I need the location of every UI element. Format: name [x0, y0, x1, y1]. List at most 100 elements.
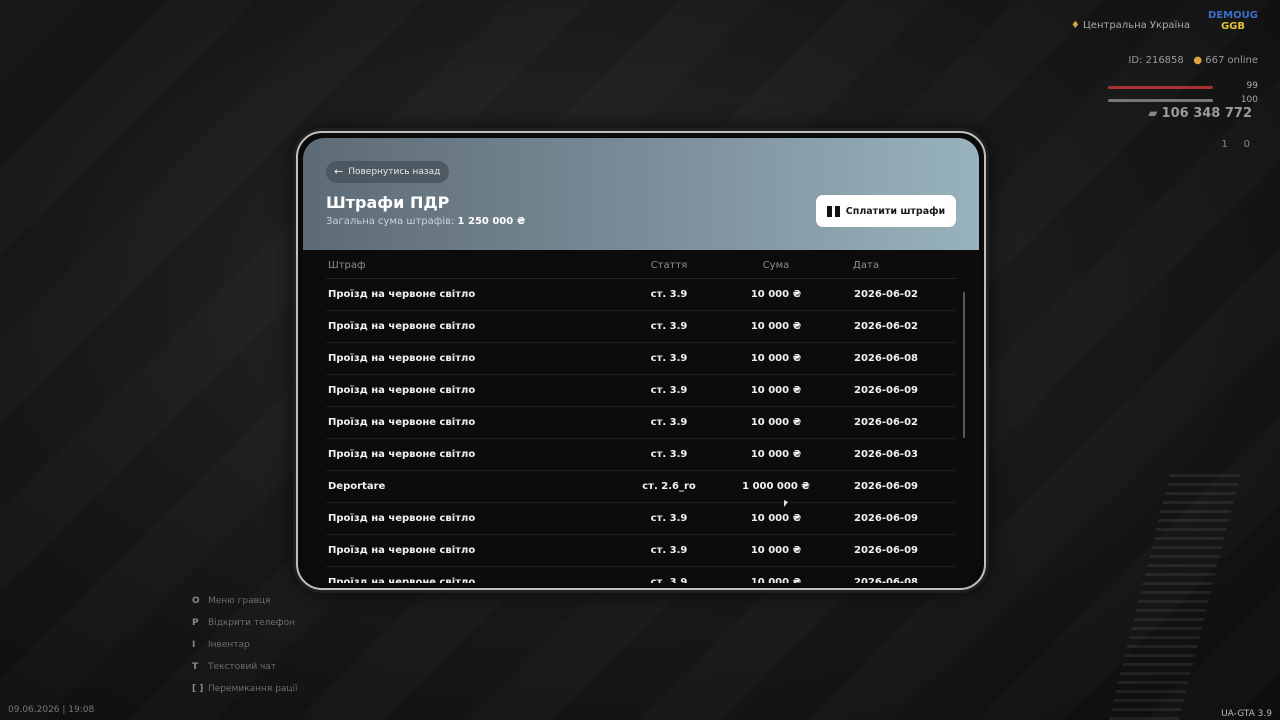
total-value: 1 250 000 ₴: [457, 216, 526, 227]
fine-date: 2026-06-09: [854, 545, 918, 556]
money-value: 106 348 772: [1161, 106, 1252, 121]
page-title: Штрафи ПДР: [326, 193, 450, 212]
fines-list[interactable]: Проїзд на червоне світло ст. 3.9 10 000 ₴ 2…: [326, 279, 956, 583]
fine-article: ст. 3.9: [650, 289, 688, 300]
column-header-sum: Сума: [762, 260, 790, 271]
mouse-cursor: [784, 500, 788, 507]
online-count: 667 online: [1193, 55, 1258, 66]
fine-name: Проїзд на червоне світло: [328, 545, 476, 556]
keybind-hints: O Меню гравця P Відкрити телефон I Інвентар…: [192, 590, 298, 700]
armor-bar: [1108, 99, 1213, 102]
fine-article: ст. 3.9: [650, 577, 688, 583]
fines-total: Загальна сума штрафів: 1 250 000 ₴: [326, 216, 525, 227]
column-header-date: Дата: [853, 260, 879, 271]
fine-article: ст. 3.9: [650, 545, 688, 556]
fine-name: Проїзд на червоне світло: [328, 385, 476, 396]
table-row[interactable]: Проїзд на червоне світло ст. 3.9 10 000 ₴ 2…: [326, 343, 956, 375]
player-id-line: ID: 216858 667 online: [1128, 55, 1258, 66]
fine-sum: 10 000 ₴: [750, 577, 802, 583]
table-row[interactable]: Проїзд на червоне світло ст. 3.9 10 000 ₴ 2…: [326, 439, 956, 471]
fine-sum: 10 000 ₴: [750, 353, 802, 364]
back-button[interactable]: ← Повернутись назад: [326, 161, 450, 183]
key-action: Перемикання рації: [208, 684, 298, 694]
fine-article: ст. 3.9: [650, 385, 688, 396]
fine-sum: 10 000 ₴: [750, 321, 802, 332]
fine-sum: 10 000 ₴: [750, 417, 802, 428]
region-label: Центральна Україна: [1071, 20, 1190, 31]
table-row[interactable]: Проїзд на червоне світло ст. 3.9 10 000 ₴ 2…: [326, 567, 956, 583]
keybind-item: I Інвентар: [192, 634, 298, 656]
key-action: Відкрити телефон: [208, 618, 296, 628]
fine-name: Проїзд на червоне світло: [328, 417, 476, 428]
fines-header: ← Повернутись назад Штрафи ПДР Загальна …: [303, 138, 979, 250]
armor-value: 100: [1240, 95, 1258, 105]
table-row[interactable]: Проїзд на червоне світло ст. 3.9 10 000 ₴ 2…: [326, 375, 956, 407]
server-logo: DEMOUG GGB: [1208, 10, 1258, 36]
fine-name: Проїзд на червоне світло: [328, 321, 476, 332]
fine-name: Проїзд на червоне світло: [328, 577, 476, 583]
fine-article: ст. 3.9: [650, 513, 688, 524]
fine-date: 2026-06-02: [854, 289, 918, 300]
table-row[interactable]: Проїзд на червоне світло ст. 3.9 10 000 ₴ 2…: [326, 503, 956, 535]
column-header-fine: Штраф: [328, 260, 366, 271]
key-action: Текстовий чат: [208, 662, 277, 672]
total-label: Загальна сума штрафів:: [326, 216, 455, 227]
phone-screen: ← Повернутись назад Штрафи ПДР Загальна …: [303, 138, 979, 583]
pay-button-label: Сплатити штрафи: [845, 205, 946, 217]
fine-date: 2026-06-03: [854, 449, 918, 460]
fine-name: Deportare: [328, 481, 386, 492]
key-label: P: [192, 618, 199, 628]
back-button-label: Повернутись назад: [348, 167, 441, 177]
fine-sum: 10 000 ₴: [750, 385, 802, 396]
money-display: 106 348 772: [1148, 106, 1252, 121]
fine-date: 2026-06-02: [854, 321, 918, 332]
fine-sum: 10 000 ₴: [750, 513, 802, 524]
version-label: UA-GTA 3.9: [1221, 709, 1272, 719]
key-action: Меню гравця: [208, 596, 271, 606]
keybind-item: O Меню гравця: [192, 590, 298, 612]
key-label: I: [192, 640, 196, 650]
pay-fines-button[interactable]: Сплатити штрафи: [816, 195, 956, 227]
fine-article: ст. 3.9: [650, 353, 688, 364]
health-value: 99: [1246, 81, 1258, 91]
fine-date: 2026-06-08: [854, 577, 918, 583]
arrow-left-icon: ←: [334, 165, 344, 178]
ammo-total: 0: [1243, 139, 1250, 150]
fine-name: Проїзд на червоне світло: [328, 449, 476, 460]
datetime: 09.06.2026 | 19:08: [8, 705, 95, 715]
keybind-item: P Відкрити телефон: [192, 612, 298, 634]
logo-top-text: DEMOUG: [1208, 10, 1258, 21]
key-label: [ ]: [192, 684, 204, 694]
ammo-display: 1 0: [1221, 139, 1250, 150]
phone: ← Повернутись назад Штрафи ПДР Загальна …: [296, 131, 986, 590]
fine-name: Проїзд на червоне світло: [328, 289, 476, 300]
fine-sum: 10 000 ₴: [750, 545, 802, 556]
fine-sum: 1 000 000 ₴: [742, 481, 810, 492]
wallet-icon: [826, 205, 840, 217]
fine-article: ст. 3.9: [650, 417, 688, 428]
fine-article: ст. 2.6_ro: [642, 481, 696, 492]
table-row[interactable]: Проїзд на червоне світло ст. 3.9 10 000 ₴ 2…: [326, 311, 956, 343]
fine-name: Проїзд на червоне світло: [328, 513, 476, 524]
health-bar: [1108, 86, 1213, 89]
key-action: Інвентар: [208, 640, 250, 650]
table-row[interactable]: Проїзд на червоне світло ст. 3.9 10 000 ₴ 2…: [326, 535, 956, 567]
logo-bottom-text: GGB: [1220, 21, 1246, 32]
fine-date: 2026-06-09: [854, 513, 918, 524]
table-row[interactable]: Проїзд на червоне світло ст. 3.9 10 000 ₴ 2…: [326, 279, 956, 311]
key-label: T: [192, 662, 199, 672]
keybind-item: [ ] Перемикання рації: [192, 678, 298, 700]
fine-sum: 10 000 ₴: [750, 449, 802, 460]
column-header-article: Стаття: [650, 260, 688, 271]
fine-article: ст. 3.9: [650, 449, 688, 460]
scrollbar[interactable]: [963, 292, 965, 438]
fine-date: 2026-06-02: [854, 417, 918, 428]
table-row[interactable]: Deportare ст. 2.6_ro 1 000 000 ₴ 2026-06-09: [326, 471, 956, 503]
fine-name: Проїзд на червоне світло: [328, 353, 476, 364]
fine-date: 2026-06-09: [854, 481, 918, 492]
player-id: ID: 216858: [1128, 55, 1184, 66]
table-row[interactable]: Проїзд на червоне світло ст. 3.9 10 000 ₴ 2…: [326, 407, 956, 439]
ammo-clip: 1: [1221, 139, 1228, 150]
fine-date: 2026-06-09: [854, 385, 918, 396]
fine-sum: 10 000 ₴: [750, 289, 802, 300]
